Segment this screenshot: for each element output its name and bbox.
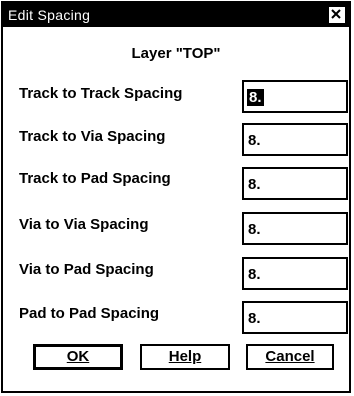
pad-to-pad-label: Pad to Pad Spacing	[19, 305, 160, 322]
via-to-via-label: Via to Via Spacing	[19, 216, 149, 233]
ok-button[interactable]: OK	[33, 344, 123, 370]
title-bar: Edit Spacing	[3, 3, 349, 27]
track-to-via-label: Track to Via Spacing	[19, 128, 166, 145]
track-to-track-label: Track to Track Spacing	[19, 85, 183, 102]
track-to-pad-label: Track to Pad Spacing	[19, 170, 171, 187]
via-to-via-value: 8.	[248, 221, 261, 238]
close-icon	[331, 9, 341, 19]
ok-button-label: OK	[66, 348, 90, 365]
track-to-pad-input[interactable]: 8.	[242, 167, 348, 200]
cancel-button-label: Cancel	[265, 348, 315, 365]
dialog-title: Edit Spacing	[8, 7, 91, 23]
close-button[interactable]	[329, 7, 345, 23]
help-button[interactable]: Help	[140, 344, 230, 370]
edit-spacing-dialog: Edit Spacing Layer "TOP" Track to Track …	[1, 1, 351, 393]
track-to-via-input[interactable]: 8.	[242, 123, 348, 156]
track-to-track-value: 8.	[247, 89, 264, 106]
track-to-track-input[interactable]: 8.	[242, 80, 348, 113]
pad-to-pad-value: 8.	[248, 310, 261, 327]
cancel-button[interactable]: Cancel	[246, 344, 334, 370]
via-to-via-input[interactable]: 8.	[242, 212, 348, 245]
layer-label: Layer "TOP"	[131, 45, 221, 62]
track-to-via-value: 8.	[248, 132, 261, 149]
via-to-pad-label: Via to Pad Spacing	[19, 261, 154, 278]
via-to-pad-value: 8.	[248, 266, 261, 283]
help-button-label: Help	[168, 348, 202, 365]
track-to-pad-value: 8.	[248, 176, 261, 193]
via-to-pad-input[interactable]: 8.	[242, 257, 348, 290]
pad-to-pad-input[interactable]: 8.	[242, 301, 348, 334]
